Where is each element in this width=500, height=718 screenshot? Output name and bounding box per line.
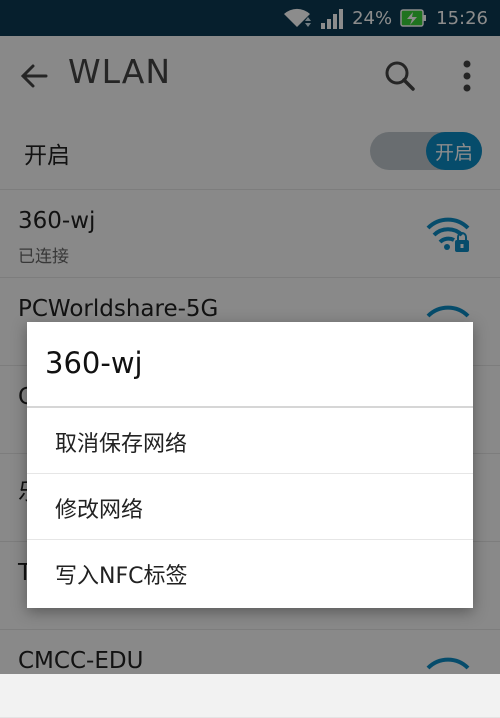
option-label: 写入NFC标签 [55,564,188,589]
dialog-title: 360-wj [45,346,143,380]
write-nfc-tag-option[interactable]: 写入NFC标签 [27,540,473,606]
forget-network-option[interactable]: 取消保存网络 [27,408,473,474]
modify-network-option[interactable]: 修改网络 [27,474,473,540]
option-label: 取消保存网络 [55,432,188,457]
network-options-dialog: 360-wj 取消保存网络 修改网络 写入NFC标签 [27,322,473,608]
option-label: 修改网络 [55,498,144,523]
